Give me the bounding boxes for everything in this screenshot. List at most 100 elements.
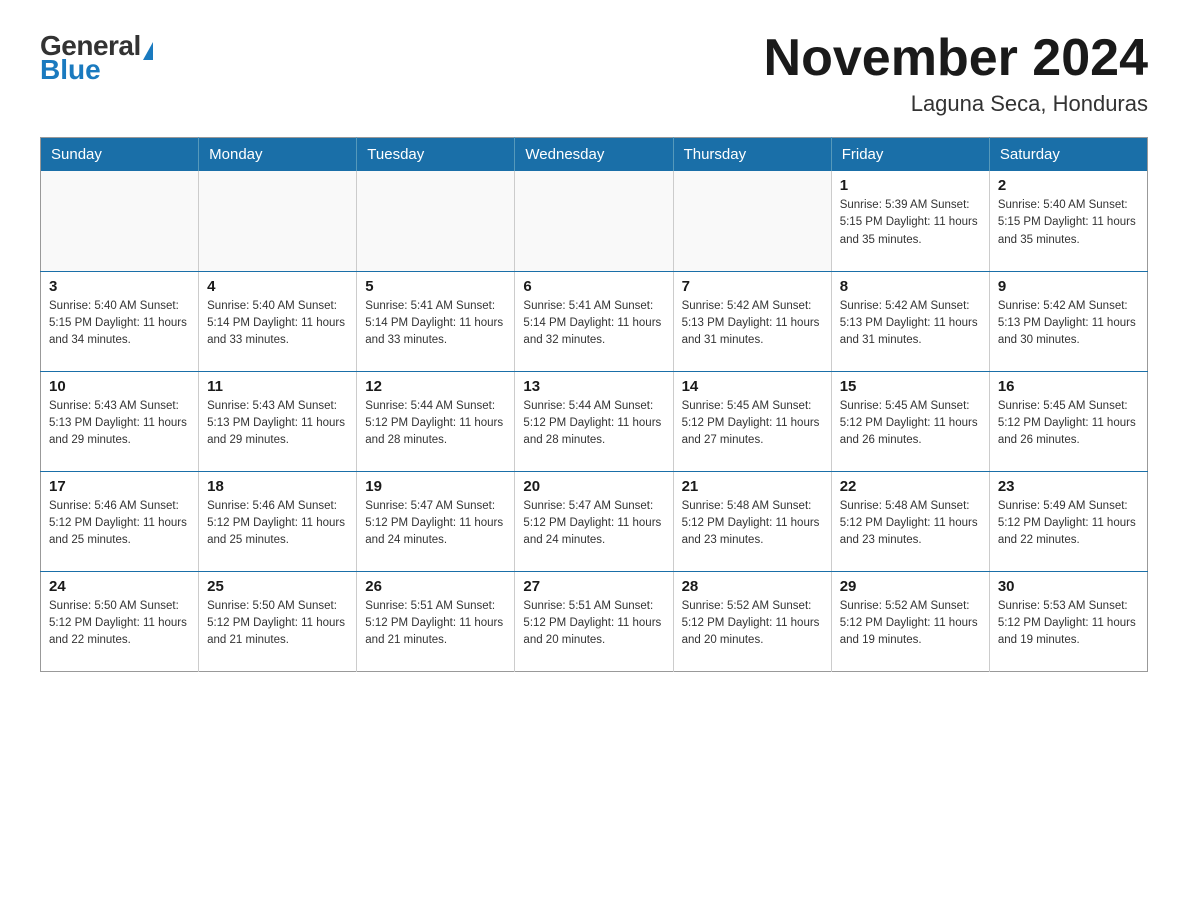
day-number: 16: [998, 378, 1139, 395]
day-info: Sunrise: 5:45 AM Sunset: 5:12 PM Dayligh…: [840, 398, 981, 450]
calendar-cell: 15 Sunrise: 5:45 AM Sunset: 5:12 PM Dayli…: [831, 371, 989, 471]
day-info: Sunrise: 5:50 AM Sunset: 5:12 PM Dayligh…: [207, 598, 348, 650]
day-info: Sunrise: 5:51 AM Sunset: 5:12 PM Dayligh…: [365, 598, 506, 650]
calendar-cell: 27Sunrise: 5:51 AM Sunset: 5:12 PM Dayli…: [515, 571, 673, 671]
day-info: Sunrise: 5:43 AM Sunset: 5:13 PM Dayligh…: [207, 398, 348, 450]
calendar-cell: 7Sunrise: 5:42 AM Sunset: 5:13 PM Daylig…: [673, 271, 831, 371]
calendar-cell: 2Sunrise: 5:40 AM Sunset: 5:15 PM Daylig…: [989, 171, 1147, 271]
day-number: 22: [840, 478, 981, 495]
day-number: 9: [998, 278, 1139, 295]
calendar-cell: 5 Sunrise: 5:41 AM Sunset: 5:14 PM Daylig…: [357, 271, 515, 371]
week-row-0: 1 Sunrise: 5:39 AM Sunset: 5:15 PM Daylig…: [41, 171, 1148, 271]
day-number: 4: [207, 278, 348, 295]
page-header: General Blue November 2024 Laguna Seca, …: [40, 30, 1148, 117]
day-number: 8: [840, 278, 981, 295]
calendar-cell: 12Sunrise: 5:44 AM Sunset: 5:12 PM Dayli…: [357, 371, 515, 471]
day-info: Sunrise: 5:40 AM Sunset: 5:15 PM Dayligh…: [998, 197, 1139, 249]
day-number: 5: [365, 278, 506, 295]
calendar-cell: [673, 171, 831, 271]
weekday-header-row: SundayMondayTuesdayWednesdayThursdayFrid…: [41, 138, 1148, 172]
day-info: Sunrise: 5:42 AM Sunset: 5:13 PM Dayligh…: [998, 298, 1139, 350]
weekday-header-tuesday: Tuesday: [357, 138, 515, 172]
day-info: Sunrise: 5:47 AM Sunset: 5:12 PM Dayligh…: [523, 498, 664, 550]
day-info: Sunrise: 5:39 AM Sunset: 5:15 PM Dayligh…: [840, 197, 981, 249]
week-row-4: 24 Sunrise: 5:50 AM Sunset: 5:12 PM Dayli…: [41, 571, 1148, 671]
day-number: 12: [365, 378, 506, 395]
day-number: 14: [682, 378, 823, 395]
calendar-cell: [199, 171, 357, 271]
calendar-cell: 17 Sunrise: 5:46 AM Sunset: 5:12 PM Dayli…: [41, 471, 199, 571]
day-info: Sunrise: 5:41 AM Sunset: 5:14 PM Dayligh…: [365, 298, 506, 350]
day-number: 23: [998, 478, 1139, 495]
calendar-cell: 22 Sunrise: 5:48 AM Sunset: 5:12 PM Dayli…: [831, 471, 989, 571]
calendar-cell: 25 Sunrise: 5:50 AM Sunset: 5:12 PM Dayli…: [199, 571, 357, 671]
calendar-cell: 3 Sunrise: 5:40 AM Sunset: 5:15 PM Daylig…: [41, 271, 199, 371]
day-info: Sunrise: 5:52 AM Sunset: 5:12 PM Dayligh…: [682, 598, 823, 650]
calendar-cell: 16Sunrise: 5:45 AM Sunset: 5:12 PM Dayli…: [989, 371, 1147, 471]
day-info: Sunrise: 5:50 AM Sunset: 5:12 PM Dayligh…: [49, 598, 190, 650]
calendar-cell: 14 Sunrise: 5:45 AM Sunset: 5:12 PM Dayli…: [673, 371, 831, 471]
weekday-header-monday: Monday: [199, 138, 357, 172]
day-info: Sunrise: 5:40 AM Sunset: 5:14 PM Dayligh…: [207, 298, 348, 350]
title-section: November 2024 Laguna Seca, Honduras: [764, 30, 1148, 117]
day-info: Sunrise: 5:47 AM Sunset: 5:12 PM Dayligh…: [365, 498, 506, 550]
calendar-cell: 19 Sunrise: 5:47 AM Sunset: 5:12 PM Dayli…: [357, 471, 515, 571]
week-row-1: 3 Sunrise: 5:40 AM Sunset: 5:15 PM Daylig…: [41, 271, 1148, 371]
day-info: Sunrise: 5:42 AM Sunset: 5:13 PM Dayligh…: [840, 298, 981, 350]
day-info: Sunrise: 5:42 AM Sunset: 5:13 PM Dayligh…: [682, 298, 823, 350]
calendar-table: SundayMondayTuesdayWednesdayThursdayFrid…: [40, 137, 1148, 672]
day-number: 21: [682, 478, 823, 495]
calendar-cell: 23Sunrise: 5:49 AM Sunset: 5:12 PM Dayli…: [989, 471, 1147, 571]
day-info: Sunrise: 5:44 AM Sunset: 5:12 PM Dayligh…: [523, 398, 664, 450]
calendar-cell: 9 Sunrise: 5:42 AM Sunset: 5:13 PM Daylig…: [989, 271, 1147, 371]
day-info: Sunrise: 5:48 AM Sunset: 5:12 PM Dayligh…: [840, 498, 981, 550]
calendar-cell: 28 Sunrise: 5:52 AM Sunset: 5:12 PM Dayli…: [673, 571, 831, 671]
calendar-cell: 8 Sunrise: 5:42 AM Sunset: 5:13 PM Daylig…: [831, 271, 989, 371]
day-number: 26: [365, 578, 506, 595]
day-info: Sunrise: 5:40 AM Sunset: 5:15 PM Dayligh…: [49, 298, 190, 350]
week-row-3: 17 Sunrise: 5:46 AM Sunset: 5:12 PM Dayli…: [41, 471, 1148, 571]
day-number: 3: [49, 278, 190, 295]
day-number: 27: [523, 578, 664, 595]
calendar-cell: 24 Sunrise: 5:50 AM Sunset: 5:12 PM Dayli…: [41, 571, 199, 671]
day-info: Sunrise: 5:46 AM Sunset: 5:12 PM Dayligh…: [49, 498, 190, 550]
calendar-cell: [41, 171, 199, 271]
calendar-cell: 1 Sunrise: 5:39 AM Sunset: 5:15 PM Daylig…: [831, 171, 989, 271]
calendar-cell: 26 Sunrise: 5:51 AM Sunset: 5:12 PM Dayli…: [357, 571, 515, 671]
weekday-header-wednesday: Wednesday: [515, 138, 673, 172]
logo-blue-text: Blue: [40, 54, 101, 86]
calendar-cell: 18 Sunrise: 5:46 AM Sunset: 5:12 PM Dayli…: [199, 471, 357, 571]
weekday-header-thursday: Thursday: [673, 138, 831, 172]
day-number: 11: [207, 378, 348, 395]
day-info: Sunrise: 5:41 AM Sunset: 5:14 PM Dayligh…: [523, 298, 664, 350]
calendar-cell: 6 Sunrise: 5:41 AM Sunset: 5:14 PM Daylig…: [515, 271, 673, 371]
day-number: 13: [523, 378, 664, 395]
logo: General Blue: [40, 30, 153, 86]
day-number: 25: [207, 578, 348, 595]
day-number: 1: [840, 177, 981, 194]
day-number: 10: [49, 378, 190, 395]
weekday-header-friday: Friday: [831, 138, 989, 172]
day-info: Sunrise: 5:52 AM Sunset: 5:12 PM Dayligh…: [840, 598, 981, 650]
weekday-header-saturday: Saturday: [989, 138, 1147, 172]
day-number: 18: [207, 478, 348, 495]
calendar-cell: [515, 171, 673, 271]
calendar-cell: [357, 171, 515, 271]
logo-triangle-icon: [143, 42, 153, 60]
day-number: 6: [523, 278, 664, 295]
day-number: 20: [523, 478, 664, 495]
day-number: 19: [365, 478, 506, 495]
day-number: 15: [840, 378, 981, 395]
week-row-2: 10 Sunrise: 5:43 AM Sunset: 5:13 PM Dayli…: [41, 371, 1148, 471]
day-number: 30: [998, 578, 1139, 595]
calendar-cell: 20 Sunrise: 5:47 AM Sunset: 5:12 PM Dayli…: [515, 471, 673, 571]
day-number: 29: [840, 578, 981, 595]
day-number: 24: [49, 578, 190, 595]
day-info: Sunrise: 5:45 AM Sunset: 5:12 PM Dayligh…: [682, 398, 823, 450]
weekday-header-sunday: Sunday: [41, 138, 199, 172]
day-info: Sunrise: 5:46 AM Sunset: 5:12 PM Dayligh…: [207, 498, 348, 550]
day-number: 17: [49, 478, 190, 495]
day-number: 28: [682, 578, 823, 595]
calendar-cell: 11 Sunrise: 5:43 AM Sunset: 5:13 PM Dayli…: [199, 371, 357, 471]
location: Laguna Seca, Honduras: [764, 91, 1148, 117]
